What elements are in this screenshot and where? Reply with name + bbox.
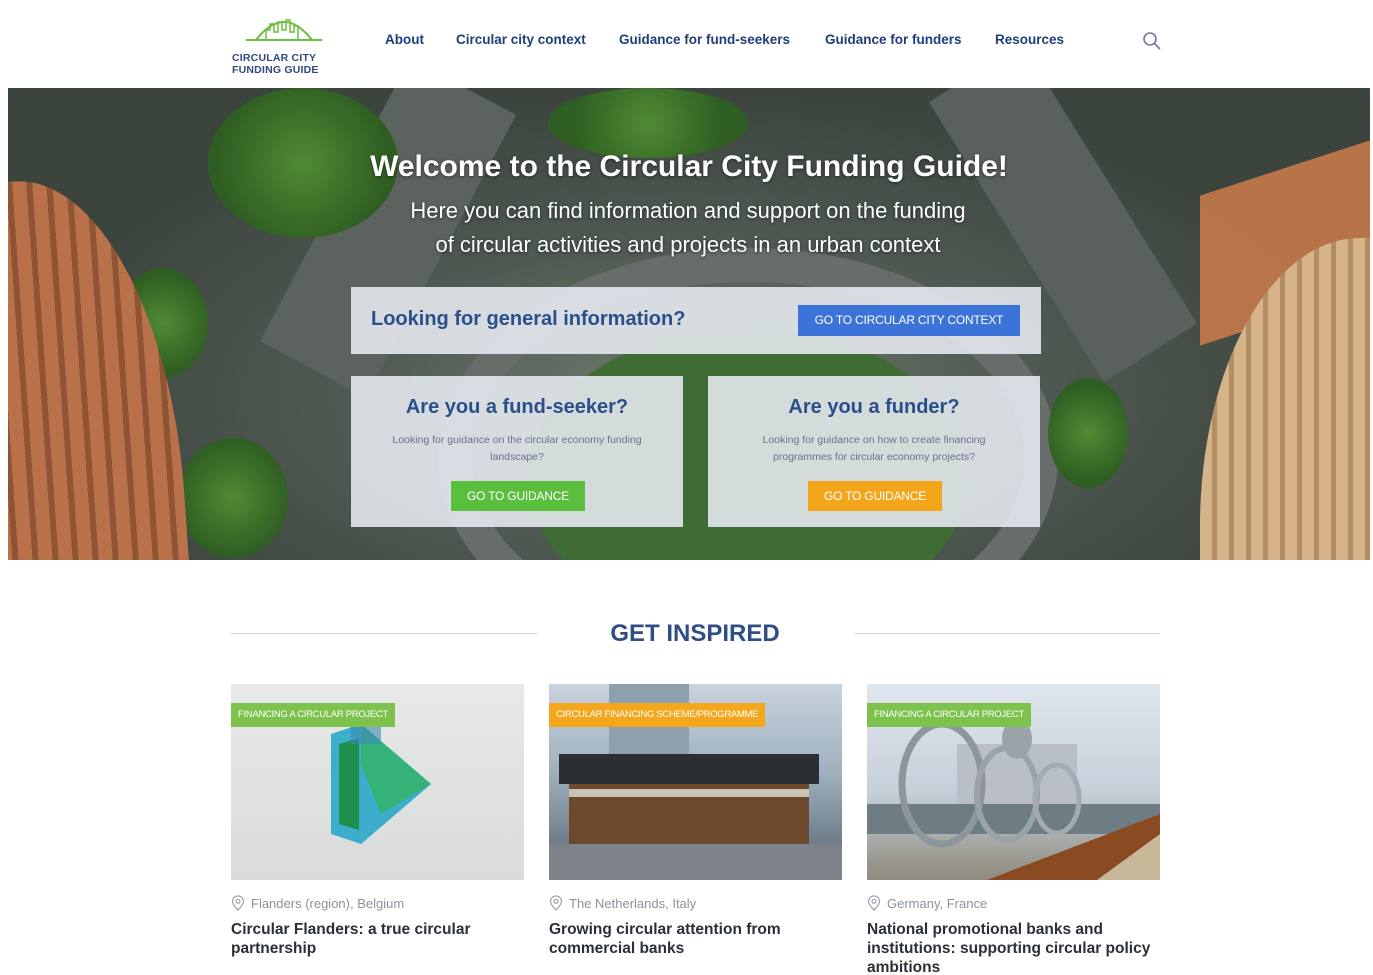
- card-image[interactable]: CIRCULAR FINANCING SCHEME/PROGRAMME: [549, 684, 842, 880]
- fund-seeker-panel: Are you a fund-seeker? Looking for guida…: [351, 376, 683, 527]
- site-logo[interactable]: CIRCULAR CITY FUNDING GUIDE: [230, 10, 340, 80]
- card-category-tag: FINANCING A CIRCULAR PROJECT: [231, 703, 395, 727]
- site-header: CIRCULAR CITY FUNDING GUIDE About Circul…: [0, 0, 1373, 88]
- search-icon[interactable]: [1142, 31, 1162, 51]
- card-category-tag: CIRCULAR FINANCING SCHEME/PROGRAMME: [549, 703, 766, 727]
- divider-left: [231, 633, 537, 634]
- funder-description: Looking for guidance on how to create fi…: [762, 434, 986, 463]
- fund-seeker-guidance-button[interactable]: GO TO GUIDANCE: [451, 481, 585, 511]
- location-pin-icon: [549, 895, 563, 911]
- hero-title: Welcome to the Circular City Funding Gui…: [370, 150, 1008, 183]
- card-image[interactable]: FINANCING A CIRCULAR PROJECT: [867, 684, 1160, 880]
- hero-subtitle-line-2: of circular activities and projects in a…: [435, 232, 941, 257]
- logo-line-1: CIRCULAR CITY: [232, 52, 317, 64]
- card-title[interactable]: Growing circular attention from commerci…: [549, 920, 842, 958]
- get-inspired-heading: GET INSPIRED: [610, 620, 780, 647]
- funder-question: Are you a funder?: [788, 396, 960, 418]
- logo-line-2: FUNDING GUIDE: [232, 64, 319, 76]
- fund-seeker-question: Are you a fund-seeker?: [405, 396, 629, 418]
- card-location: Germany, France: [867, 895, 987, 911]
- card-category-tag: FINANCING A CIRCULAR PROJECT: [867, 703, 1031, 727]
- location-pin-icon: [867, 895, 881, 911]
- card-location: Flanders (region), Belgium: [231, 895, 404, 911]
- card-location-text: Flanders (region), Belgium: [251, 896, 405, 911]
- inspiration-card[interactable]: CIRCULAR FINANCING SCHEME/PROGRAMME The …: [549, 684, 842, 975]
- nav-circular-city-context[interactable]: Circular city context: [456, 32, 586, 47]
- location-pin-icon: [231, 895, 245, 911]
- funder-guidance-button[interactable]: GO TO GUIDANCE: [808, 481, 942, 511]
- aerial-trees: [548, 88, 748, 158]
- nav-guidance-funders[interactable]: Guidance for funders: [825, 32, 962, 47]
- hero-banner: Welcome to the Circular City Funding Gui…: [8, 88, 1370, 560]
- card-title[interactable]: National promotional banks and instituti…: [867, 920, 1160, 975]
- aerial-trees: [1048, 378, 1128, 488]
- nav-resources[interactable]: Resources: [995, 32, 1064, 47]
- nav-about[interactable]: About: [385, 32, 424, 47]
- card-location-text: Germany, France: [887, 896, 988, 911]
- aerial-trees: [178, 438, 288, 558]
- inspiration-card[interactable]: FINANCING A CIRCULAR PROJECT Flanders (r…: [231, 684, 524, 975]
- hero-subtitle-line-1: Here you can find information and suppor…: [410, 198, 966, 223]
- inspiration-card[interactable]: FINANCING A CIRCULAR PROJECT Germany, Fr…: [867, 684, 1160, 975]
- funder-panel: Are you a funder? Looking for guidance o…: [708, 376, 1040, 527]
- divider-right: [855, 633, 1160, 634]
- go-to-circular-city-context-button[interactable]: GO TO CIRCULAR CITY CONTEXT: [798, 305, 1020, 336]
- city-skyline-logo-icon: [246, 19, 322, 41]
- hero-subtitle: Here you can find information and suppor…: [338, 194, 1038, 262]
- general-info-question: Looking for general information?: [371, 308, 686, 330]
- nav-guidance-fund-seekers[interactable]: Guidance for fund-seekers: [619, 32, 790, 47]
- card-location-text: The Netherlands, Italy: [569, 896, 697, 911]
- card-image[interactable]: FINANCING A CIRCULAR PROJECT: [231, 684, 524, 880]
- card-location: The Netherlands, Italy: [549, 895, 696, 911]
- general-info-panel: Looking for general information? GO TO C…: [351, 287, 1041, 354]
- fund-seeker-description: Looking for guidance on the circular eco…: [392, 434, 642, 463]
- card-title[interactable]: Circular Flanders: a true circular partn…: [231, 920, 524, 958]
